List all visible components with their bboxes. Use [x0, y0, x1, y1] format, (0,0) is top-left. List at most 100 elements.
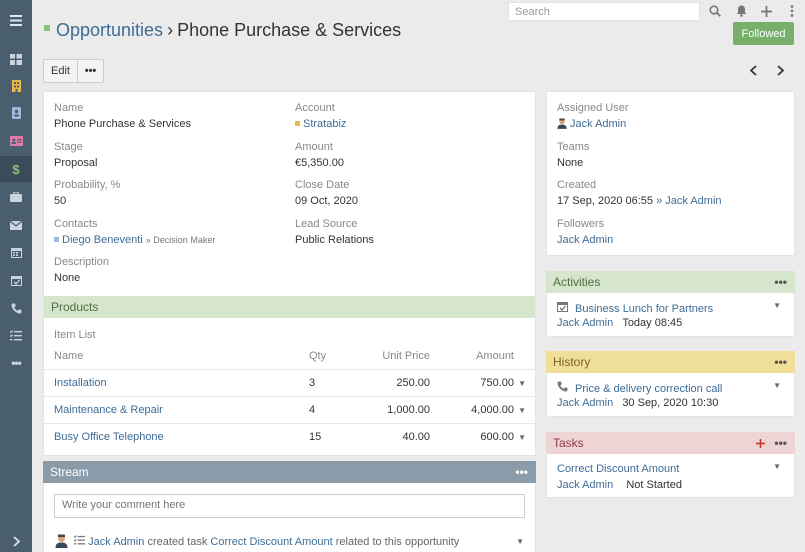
breadcrumb-opportunities[interactable]: Opportunities: [56, 20, 163, 40]
stream-entry: Jack Admin created task Correct Discount…: [55, 534, 459, 549]
table-row: Busy Office Telephone 15 40.00 600.00 ▼: [44, 423, 535, 450]
field-followers: Followers Jack Admin: [557, 218, 613, 246]
created-by-link[interactable]: Jack Admin: [665, 195, 721, 207]
field-amount: Amount €5,350.00: [295, 141, 344, 169]
contact-role: » Decision Maker: [145, 235, 216, 245]
row-dropdown-caret[interactable]: ▼: [518, 433, 526, 442]
account-link[interactable]: Stratabiz: [303, 118, 346, 130]
sidebar-item-more[interactable]: •••: [0, 350, 32, 376]
field-value: Jack Admin: [557, 118, 629, 130]
row-dropdown-caret[interactable]: ▼: [518, 379, 526, 388]
activities-menu-button[interactable]: •••: [774, 271, 787, 293]
tasks-panel-header: Tasks •••: [546, 432, 795, 454]
field-description: Description None: [54, 256, 109, 284]
chevron-right-icon: [12, 535, 20, 547]
product-link[interactable]: Installation: [54, 377, 107, 389]
sidebar-item-calendar[interactable]: [0, 239, 32, 265]
history-menu-button[interactable]: •••: [774, 351, 787, 373]
activity-dropdown-caret[interactable]: ▼: [773, 301, 781, 310]
stream-target-link[interactable]: Correct Discount Amount: [210, 536, 332, 548]
row-dropdown-caret[interactable]: ▼: [518, 406, 526, 415]
chevron-right-icon: [776, 64, 784, 76]
building-icon: [11, 80, 21, 92]
product-link[interactable]: Busy Office Telephone: [54, 431, 164, 443]
calendar-icon: [10, 247, 22, 258]
field-created: Created 17 Sep, 2020 06:55 » Jack Admin: [557, 179, 722, 207]
plus-icon: [756, 438, 765, 448]
stream-title: Stream: [50, 465, 89, 479]
sidebar-item-calls[interactable]: [0, 295, 32, 321]
stream-user-link[interactable]: Jack Admin: [88, 536, 144, 548]
tasks-menu-button[interactable]: •••: [774, 432, 787, 454]
task-title-link[interactable]: Correct Discount Amount: [557, 463, 679, 475]
field-value: 17 Sep, 2020 06:55 » Jack Admin: [557, 195, 722, 207]
task-list-icon: [73, 534, 86, 548]
search-button[interactable]: [707, 3, 723, 19]
activity-title-link[interactable]: Business Lunch for Partners: [575, 303, 713, 315]
sidebar-item-meetings[interactable]: [0, 267, 32, 293]
column-header-name: Name: [54, 350, 84, 362]
created-separator: »: [656, 195, 663, 207]
activities-title: Activities: [553, 275, 601, 289]
search-icon: [709, 5, 721, 17]
field-label: Teams: [557, 141, 590, 153]
task-status: Not Started: [626, 479, 682, 491]
field-label: Close Date: [295, 179, 350, 191]
field-label: Created: [557, 179, 597, 191]
contact-book-icon: [11, 107, 21, 119]
global-search-input[interactable]: [508, 2, 700, 21]
breadcrumb-separator: ›: [167, 20, 174, 40]
task-user-link[interactable]: Jack Admin: [557, 479, 613, 491]
product-link[interactable]: Maintenance & Repair: [54, 404, 163, 416]
next-record-button[interactable]: [773, 62, 787, 78]
envelope-icon: [10, 220, 22, 230]
products-title: Products: [51, 300, 99, 314]
task-item: Correct Discount Amount: [557, 463, 679, 475]
menu-toggle-button[interactable]: [0, 7, 32, 33]
sidebar-expand-button[interactable]: [0, 528, 32, 552]
history-dropdown-caret[interactable]: ▼: [773, 381, 781, 390]
vertical-dots-icon: [790, 5, 794, 17]
assigned-user-link[interactable]: Jack Admin: [570, 118, 626, 130]
more-actions-button[interactable]: •••: [78, 59, 104, 83]
tasks-panel: Tasks ••• Correct Discount Amount ▼ Jack…: [546, 432, 795, 498]
quick-create-button[interactable]: [758, 3, 774, 19]
follower-link[interactable]: Jack Admin: [557, 234, 613, 246]
field-label: Stage: [54, 141, 83, 153]
field-value: 09 Oct, 2020: [295, 195, 358, 207]
field-value: Stratabiz: [295, 118, 346, 130]
field-contacts: Contacts Diego Beneventi » Decision Make…: [54, 218, 215, 246]
sidebar-item-home[interactable]: [0, 46, 32, 72]
sidebar-item-tasks[interactable]: [0, 322, 32, 348]
sidebar-item-contacts[interactable]: [0, 100, 32, 126]
task-dropdown-caret[interactable]: ▼: [773, 462, 781, 471]
field-close-date: Close Date 09 Oct, 2020: [295, 179, 358, 207]
field-stage: Stage Proposal: [54, 141, 97, 169]
previous-record-button[interactable]: [746, 62, 760, 78]
stream-menu-button[interactable]: •••: [515, 461, 528, 483]
field-value: Phone Purchase & Services: [54, 118, 191, 130]
sidebar-item-accounts[interactable]: [0, 73, 32, 99]
add-task-button[interactable]: [756, 432, 765, 454]
followed-button[interactable]: Followed: [733, 22, 794, 45]
contact-link[interactable]: Diego Beneventi: [62, 234, 143, 246]
edit-button[interactable]: Edit: [43, 59, 78, 83]
side-info-panel: Assigned User Jack Admin Teams None Crea…: [546, 91, 795, 256]
history-user-link[interactable]: Jack Admin: [557, 397, 613, 409]
sidebar-item-cases[interactable]: [0, 184, 32, 210]
history-title-link[interactable]: Price & delivery correction call: [575, 383, 722, 395]
activities-panel: Activities ••• Business Lunch for Partne…: [546, 271, 795, 337]
column-header-amount: Amount: [476, 350, 514, 362]
user-menu-button[interactable]: [784, 3, 800, 19]
table-row: Maintenance & Repair 4 1,000.00 4,000.00…: [44, 396, 535, 423]
activity-user-link[interactable]: Jack Admin: [557, 317, 613, 329]
stream-entry-dropdown-caret[interactable]: ▼: [516, 537, 524, 546]
sidebar-item-email[interactable]: [0, 212, 32, 238]
sidebar-item-opportunities[interactable]: $: [0, 156, 32, 182]
field-label: Account: [295, 102, 335, 114]
sidebar-item-leads[interactable]: [0, 128, 32, 154]
product-unit-price: 250.00: [396, 377, 430, 389]
product-unit-price: 40.00: [402, 431, 430, 443]
stream-comment-input[interactable]: [54, 494, 525, 518]
notifications-button[interactable]: [733, 3, 749, 19]
